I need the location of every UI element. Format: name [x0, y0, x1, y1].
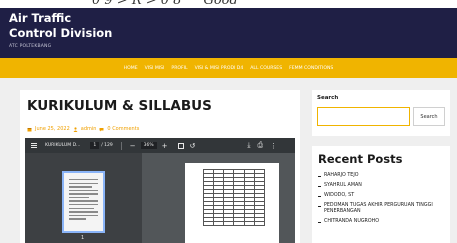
print-icon[interactable]: ⎙	[258, 141, 264, 150]
nav-item-visi-misi[interactable]: VISI MISI	[145, 66, 165, 71]
recent-posts-widget: Recent Posts RAHARJO TEJO SYAHRUL AMAN W…	[312, 146, 450, 243]
calendar-icon	[27, 127, 32, 131]
nav-item-visi-misi-prodi[interactable]: VISI & MISI PRODI D4	[195, 66, 244, 71]
nav-item-profil[interactable]: PROFIL	[171, 66, 187, 71]
main-nav: HOME VISI MISI PROFIL VISI & MISI PRODI …	[0, 58, 457, 78]
search-widget-title: Search	[317, 95, 339, 101]
fit-page-icon[interactable]	[177, 142, 184, 149]
article-comments[interactable]: 0 Comments	[107, 126, 139, 132]
recent-post-link[interactable]: RAHARJO TEJO	[318, 173, 446, 179]
zoom-out-icon[interactable]: −	[130, 142, 136, 150]
thumbnail-page-number: 1	[81, 235, 85, 241]
pdf-viewer[interactable]: KURIKULUM D... 1 / 129 − 36% + ↺ ⤓ ⎙ ⋮ 1	[25, 138, 295, 243]
nav-item-femm-conditions[interactable]: FEMM CONDITIONS	[289, 66, 333, 71]
rotate-icon[interactable]: ↺	[190, 142, 196, 150]
comment-icon	[99, 127, 104, 131]
recent-posts-title: Recent Posts	[318, 152, 403, 166]
user-icon	[73, 126, 78, 132]
search-widget: Search Search	[312, 90, 450, 136]
page-thumbnail[interactable]	[62, 171, 105, 233]
thumbnail-content	[69, 179, 98, 222]
zoom-input[interactable]: 36%	[140, 142, 157, 149]
page-number-input[interactable]: 1	[90, 142, 100, 149]
article-title: KURIKULUM & SILLABUS	[27, 98, 212, 114]
article-meta: June 25, 2022 admin 0 Comments	[27, 126, 139, 132]
cropped-image-strip: 0 9 > R > 0 8 Good	[0, 0, 457, 8]
recent-posts-list: RAHARJO TEJO SYAHRUL AMAN WIDODO, ST PED…	[318, 173, 446, 229]
page-total: / 129	[101, 143, 113, 148]
pdf-filename: KURIKULUM D...	[45, 143, 81, 148]
cropped-image-text: 0 9 > R > 0 8 Good	[92, 0, 238, 8]
site-title[interactable]: Air Traffic Control Division	[9, 11, 112, 41]
pdf-page	[185, 163, 279, 243]
article-card: KURIKULUM & SILLABUS June 25, 2022 admin…	[20, 90, 300, 243]
thumbnail-panel: 1	[25, 153, 142, 243]
article-author[interactable]: admin	[81, 126, 97, 132]
page-table	[202, 169, 266, 226]
search-button[interactable]: Search	[413, 107, 445, 126]
site-header: Air Traffic Control Division ATC POLTEKB…	[0, 8, 457, 58]
article-date[interactable]: June 25, 2022	[35, 126, 70, 132]
recent-post-link[interactable]: WIDODO, ST	[318, 193, 446, 199]
download-icon[interactable]: ⤓	[247, 141, 250, 150]
zoom-in-icon[interactable]: +	[162, 142, 168, 150]
nav-item-all-courses[interactable]: ALL COURSES	[250, 66, 282, 71]
recent-post-link[interactable]: PEDOMAN TUGAS AKHIR PERGURUAN TINGGI PEN…	[318, 203, 446, 215]
search-input[interactable]	[317, 107, 410, 126]
recent-post-link[interactable]: CHITRANDA NUGROHO	[318, 219, 446, 225]
nav-item-home[interactable]: HOME	[124, 66, 138, 71]
pdf-toolbar: KURIKULUM D... 1 / 129 − 36% + ↺ ⤓ ⎙ ⋮	[25, 138, 295, 153]
menu-icon[interactable]	[31, 143, 37, 148]
recent-post-link[interactable]: SYAHRUL AMAN	[318, 183, 446, 189]
site-tagline: ATC POLTEKBANG	[9, 44, 52, 49]
more-options-icon[interactable]: ⋮	[270, 142, 277, 150]
toolbar-divider	[120, 141, 122, 150]
